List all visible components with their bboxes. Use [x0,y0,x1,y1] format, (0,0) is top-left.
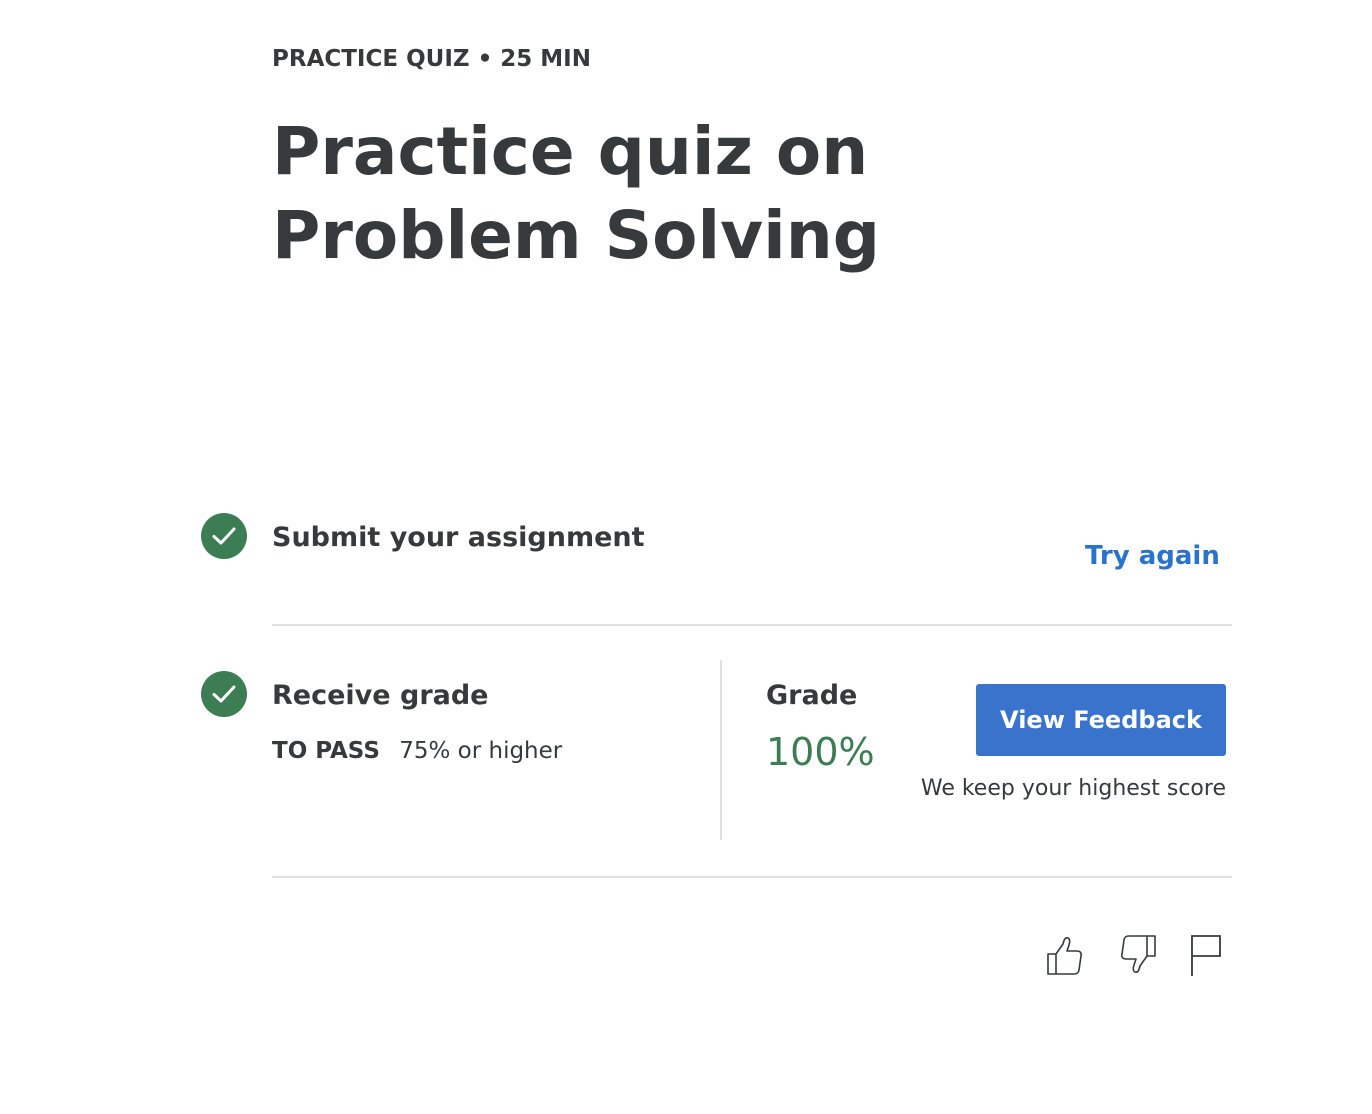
grade-vertical-divider [720,660,722,840]
to-pass-label: TO PASS [272,738,380,764]
highest-score-note: We keep your highest score [920,776,1226,801]
try-again-link[interactable]: Try again [1085,541,1220,571]
to-pass-value: 75% or higher [399,738,563,764]
section-divider [272,624,1232,626]
view-feedback-button[interactable]: View Feedback [976,684,1226,756]
grade-label: Grade [766,680,858,711]
section-divider [272,876,1232,878]
grade-complete-check-icon [201,671,247,717]
receive-grade-title: Receive grade [272,680,489,711]
passing-requirement: TO PASS 75% or higher [272,738,562,764]
thumbs-down-icon[interactable] [1115,932,1161,978]
submit-complete-check-icon [201,513,247,559]
grade-value: 100% [766,730,875,774]
page-title: Practice quiz on Problem Solving [272,113,881,274]
submit-step-title: Submit your assignment [272,522,645,553]
item-type-label: PRACTICE QUIZ • 25 MIN [272,46,591,72]
flag-icon[interactable] [1184,932,1230,978]
thumbs-up-icon[interactable] [1042,932,1088,978]
